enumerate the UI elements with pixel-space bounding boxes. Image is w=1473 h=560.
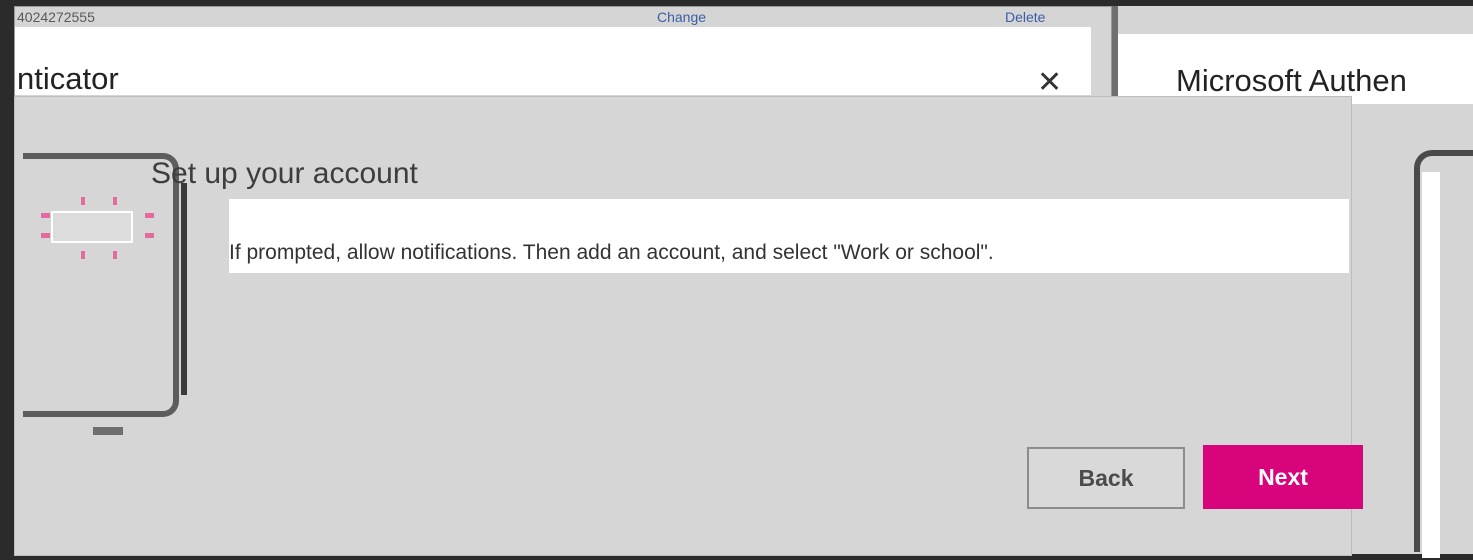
phone-home-button [93,427,123,435]
spark-mark [81,251,85,259]
phone-screen [51,211,133,243]
spark-mark [113,251,117,259]
background-right-strip [1422,172,1440,558]
spark-mark [145,213,154,218]
close-icon[interactable]: ✕ [1037,65,1062,100]
back-button[interactable]: Back [1027,447,1185,509]
spark-mark [41,233,50,238]
background-window-title: nticator [17,61,119,96]
spark-mark [81,197,85,205]
next-button[interactable]: Next [1203,445,1363,509]
instruction-text: If prompted, allow notifications. Then a… [229,241,994,264]
phone-number-text: 4024272555 [17,9,95,25]
spark-mark [113,197,117,205]
background-window-header [15,27,1091,95]
heading-band [229,199,1349,243]
dialog-heading: Set up your account [151,157,418,190]
phone-illustration-icon [23,153,179,435]
divider [181,183,187,395]
setup-account-dialog: Set up your account If prompted, allow n… [14,96,1363,556]
spark-mark [145,233,154,238]
background-right-title: Microsoft Authen [1176,63,1407,98]
change-link[interactable]: Change [657,9,706,25]
spark-mark [41,213,50,218]
delete-link[interactable]: Delete [1005,9,1045,25]
